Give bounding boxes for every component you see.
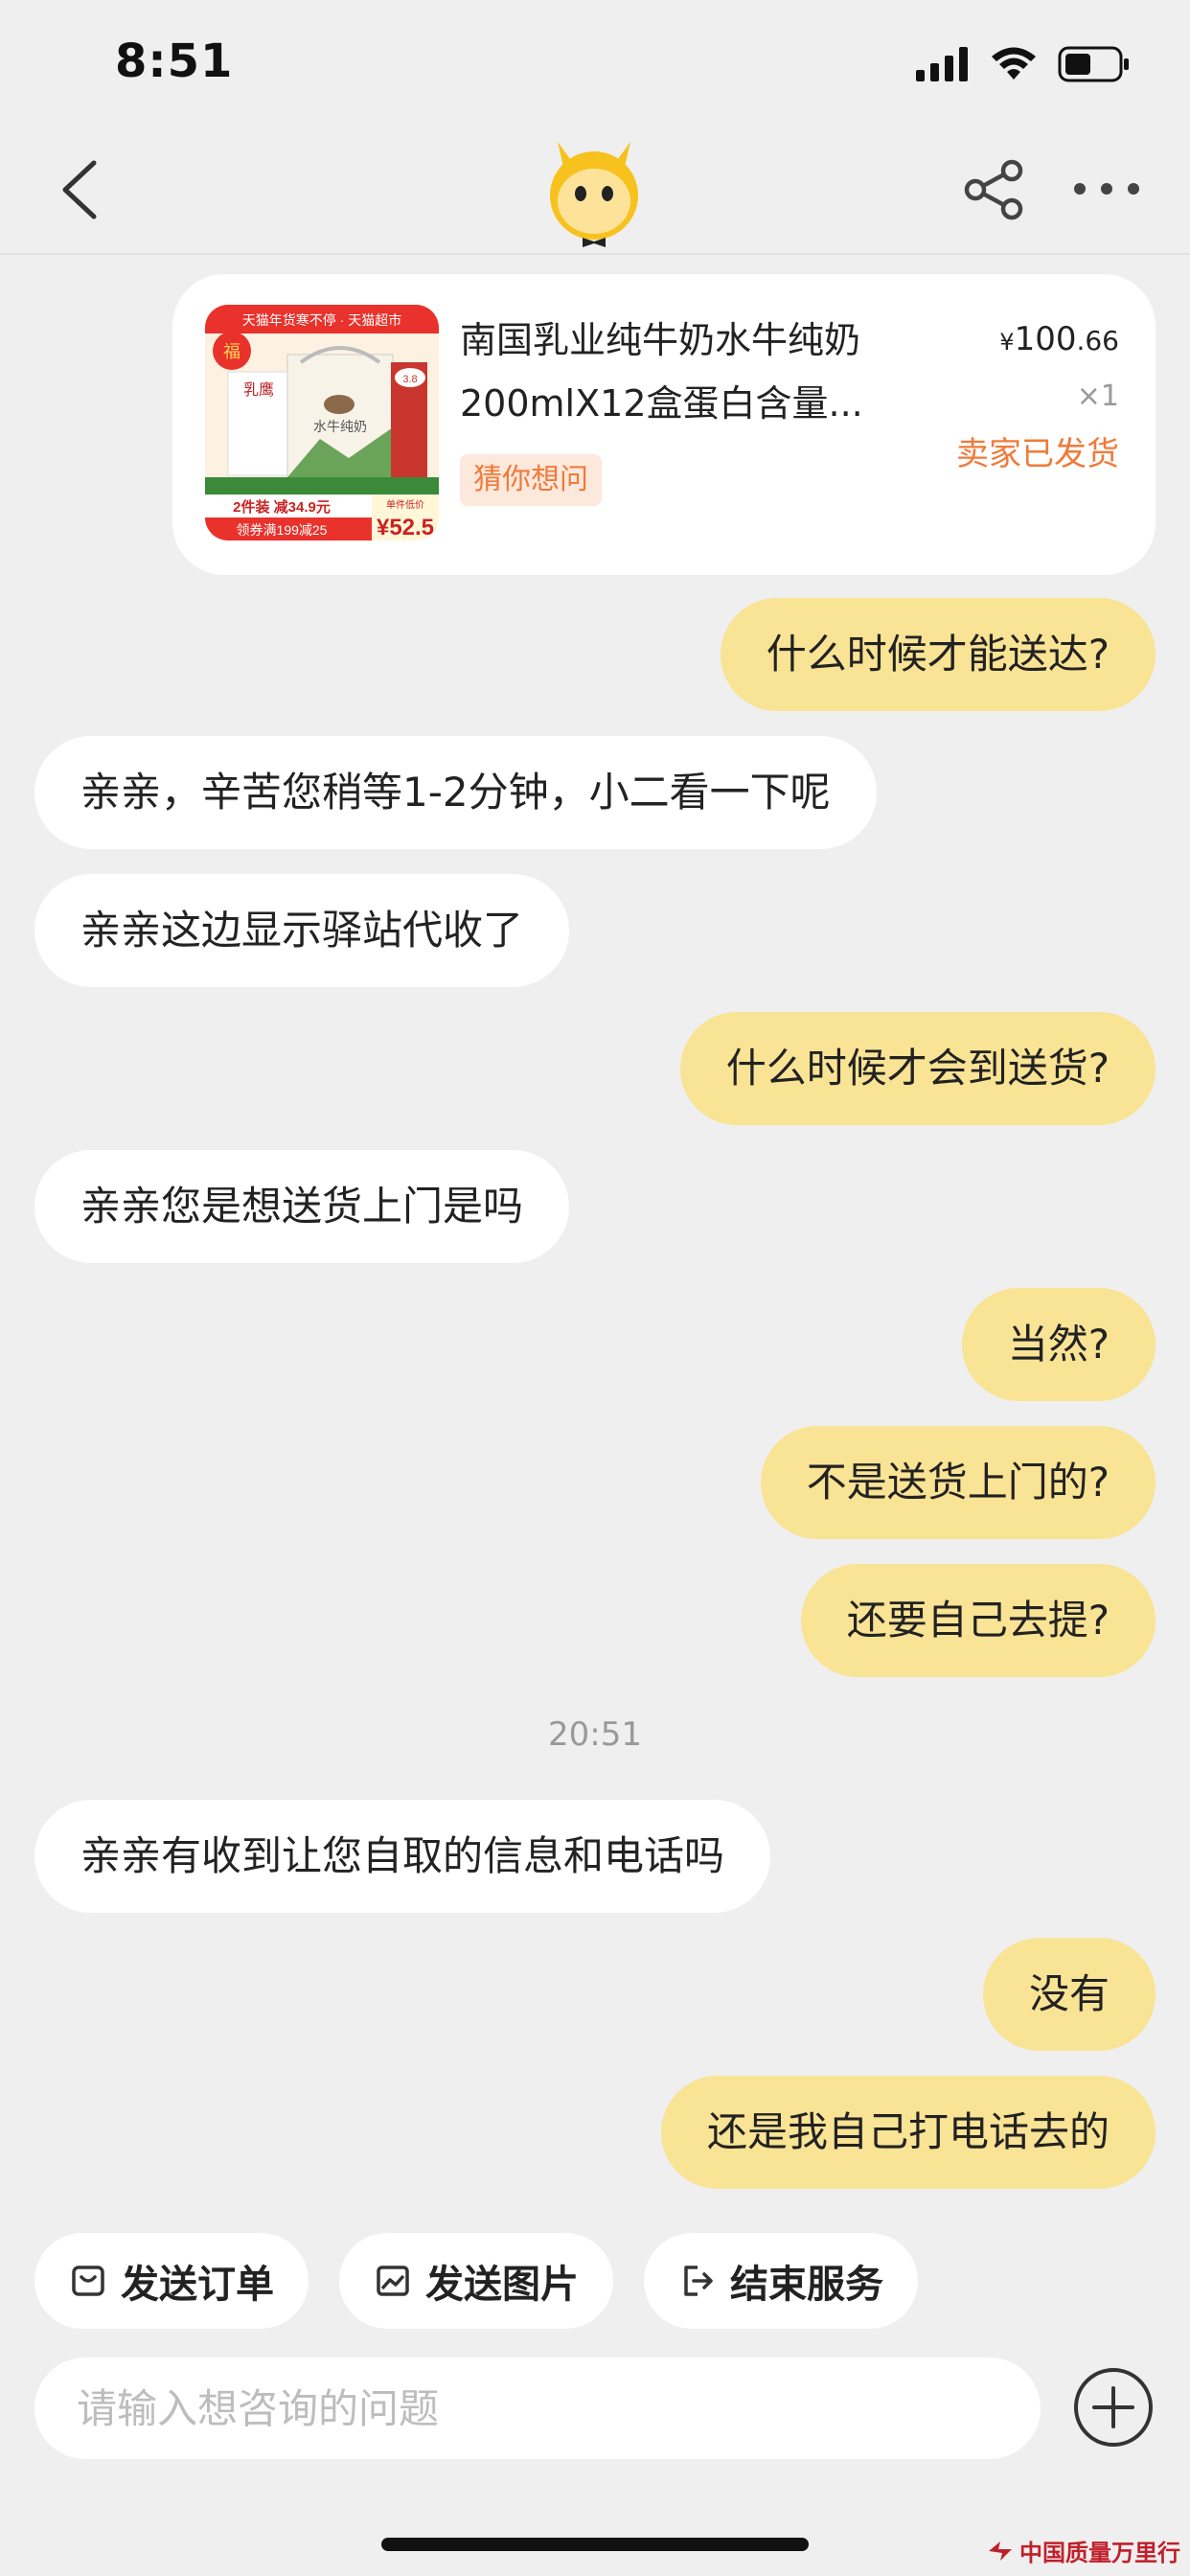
message-input[interactable] <box>34 2358 1041 2459</box>
status-icons <box>916 42 1131 86</box>
product-image-promo1: 2件装 减34.9元 <box>233 498 331 516</box>
watermark-logo-icon <box>989 2541 1012 2561</box>
svg-text:3.8: 3.8 <box>402 374 417 385</box>
cellular-signal-icon <box>916 47 968 81</box>
message-bubble-them[interactable]: 亲亲有收到让您自取的信息和电话吗 <box>34 1800 771 1913</box>
more-options-icon[interactable] <box>1071 172 1142 205</box>
product-image-brand: 乳鹰 <box>243 381 274 399</box>
share-icon[interactable] <box>962 159 1029 220</box>
price-currency: ¥ <box>999 329 1015 356</box>
message-bubble-them[interactable]: 亲亲您是想送货上门是吗 <box>34 1150 570 1263</box>
chat-timestamp: 20:51 <box>548 1715 642 1754</box>
send-order-label: 发送订单 <box>121 2263 274 2307</box>
end-service-label: 结束服务 <box>730 2263 883 2307</box>
message-bubble-me[interactable]: 没有 <box>982 1938 1156 2051</box>
order-icon <box>72 2266 104 2296</box>
product-title[interactable]: 南国乳业纯牛奶水牛纯奶 200mlX12盒蛋白含量... <box>460 309 931 435</box>
message-input-container <box>34 2358 1041 2459</box>
price-decimal: .66 <box>1076 325 1119 356</box>
send-image-button[interactable]: 发送图片 <box>339 2233 613 2329</box>
image-icon <box>377 2266 409 2296</box>
product-image-promo2: 领券满199减25 <box>237 522 328 538</box>
product-image-price: ¥52.5 <box>377 515 434 540</box>
product-quantity: ×1 <box>1076 380 1119 413</box>
send-order-button[interactable]: 发送订单 <box>34 2233 309 2329</box>
product-image-banner: 天猫年货寒不停 · 天猫超市 <box>242 312 401 328</box>
message-bubble-them[interactable]: 亲亲，辛苦您稍等1-2分钟，小二看一下呢 <box>34 736 877 849</box>
product-title-line1: 南国乳业纯牛奶水牛纯奶 <box>460 319 861 361</box>
message-bubble-me[interactable]: 什么时候才会到送货? <box>679 1012 1156 1125</box>
message-bubble-me[interactable]: 什么时候才能送达? <box>720 598 1156 711</box>
home-indicator[interactable] <box>381 2538 809 2551</box>
message-bubble-me[interactable]: 还是我自己打电话去的 <box>660 2076 1156 2189</box>
send-image-label: 发送图片 <box>425 2263 579 2307</box>
price-integer: 100 <box>1014 320 1077 358</box>
battery-icon <box>1058 46 1129 82</box>
message-bubble-me[interactable]: 当然? <box>961 1288 1156 1401</box>
product-image-name: 水牛纯奶 <box>313 419 367 434</box>
watermark-text: 中国质量万里行 <box>1019 2540 1180 2566</box>
svg-text:福: 福 <box>223 342 240 361</box>
order-status: 卖家已发货 <box>956 435 1119 473</box>
nav-divider <box>0 253 1190 255</box>
product-price: ¥100.66 <box>999 320 1119 358</box>
exit-icon <box>684 2266 713 2296</box>
shop-avatar-icon[interactable] <box>544 134 644 247</box>
end-service-button[interactable]: 结束服务 <box>644 2233 918 2329</box>
message-bubble-me[interactable]: 不是送货上门的? <box>760 1426 1156 1539</box>
wifi-icon <box>992 47 1036 80</box>
guess-question-tag[interactable]: 猜你想问 <box>460 454 602 506</box>
message-bubble-them[interactable]: 亲亲这边显示驿站代收了 <box>34 874 570 987</box>
product-image-price-label: 单件低价 <box>386 498 424 511</box>
watermark: 中国质量万里行 <box>987 2534 1180 2567</box>
status-time: 8:51 <box>115 34 234 88</box>
add-more-icon[interactable] <box>1073 2367 1154 2448</box>
back-button[interactable] <box>56 159 103 220</box>
message-bubble-me[interactable]: 还要自己去提? <box>800 1564 1156 1677</box>
product-image-art: 天猫年货寒不停 · 天猫超市 福 乳鹰 水牛纯奶 3.8 2件装 减34.9元 … <box>205 305 439 540</box>
product-image[interactable]: 天猫年货寒不停 · 天猫超市 福 乳鹰 水牛纯奶 3.8 2件装 减34.9元 … <box>205 305 439 540</box>
product-title-line2: 200mlX12盒蛋白含量... <box>460 382 863 425</box>
